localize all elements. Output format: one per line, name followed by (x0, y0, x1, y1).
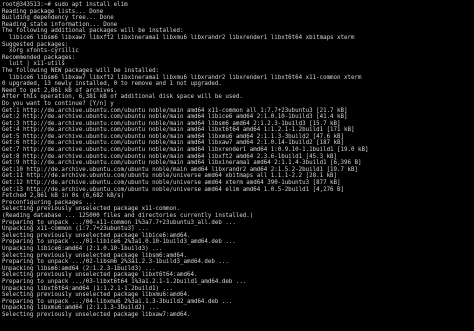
terminal-line: Get:6 http://de.archive.ubuntu.com/ubunt… (2, 140, 345, 147)
terminal-line: Preparing to unpack .../01-libice6_2%3a1… (2, 239, 236, 246)
terminal-line: Selecting previously unselected package … (2, 232, 191, 239)
terminal-line: (Reading database ... 125000 files and d… (2, 213, 254, 219)
terminal-line: Building dependency tree... Done (2, 15, 114, 22)
terminal-line: libice6 libsm6 libxaw7 libxft2 libxinera… (2, 34, 355, 41)
terminal-line: Get:11 http://de.archive.ubuntu.com/ubun… (2, 173, 338, 180)
terminal-line: Get:7 http://de.archive.ubuntu.com/ubunt… (2, 147, 369, 154)
terminal-line: libice6 libsm6 libxaw7 libxft2 libxinera… (2, 74, 362, 81)
terminal-line: luit | x11-utils (2, 61, 65, 68)
terminal-line: root@343513:~# sudo apt install elim (2, 2, 128, 8)
terminal-line: Unpacking x11-common (1:7.7+23ubuntu3) .… (2, 226, 149, 233)
terminal-line: Get:9 http://de.archive.ubuntu.com/ubunt… (2, 160, 362, 167)
terminal-line: 0 upgraded, 13 newly installed, 0 to rem… (2, 81, 222, 88)
terminal-line: Fetched 2,861 kB in 0s (6,682 kB/s) (2, 193, 125, 200)
terminal-line: Reading package lists... Done (2, 8, 104, 15)
terminal-line: The following additional packages will b… (2, 28, 184, 35)
terminal-line: Unpacking libsm6:amd64 (2:1.2.3-1build3)… (2, 265, 156, 272)
terminal-window[interactable]: root@343513:~# sudo apt install elim Rea… (0, 0, 474, 331)
terminal-line: Get:12 http://de.archive.ubuntu.com/ubun… (2, 180, 341, 187)
terminal-line: xorg xfonts-cyrillic (2, 48, 79, 55)
terminal-line: The following NEW packages will be insta… (2, 67, 160, 74)
terminal-line: Unpacking libxt6t64:amd64 (1:1.2.1-1.2bu… (2, 285, 174, 292)
terminal-line: Selecting previously unselected package … (2, 272, 198, 279)
terminal-line: Get:10 http://de.archive.ubuntu.com/ubun… (2, 166, 358, 173)
terminal-line: Unpacking libice6:amd64 (2:1.0.10-1build… (2, 245, 163, 252)
terminal-line: Get:2 http://de.archive.ubuntu.com/ubunt… (2, 114, 348, 121)
terminal-line: Selecting previously unselected package … (2, 311, 191, 318)
terminal-line: Preparing to unpack .../04-libxmu6_2%3a1… (2, 298, 233, 305)
terminal-line: Do you want to continue? [Y/n] y (2, 100, 114, 107)
terminal-line: Selecting previously unselected package … (2, 206, 180, 213)
terminal-line: Need to get 2,861 kB of archives. (2, 87, 118, 94)
terminal-line: Selecting previously unselected package … (2, 292, 191, 299)
terminal-line: Recommended packages: (2, 54, 76, 61)
terminal-line: Get:5 http://de.archive.ubuntu.com/ubunt… (2, 133, 345, 140)
terminal-line: Preconfiguring packages ... (2, 199, 97, 206)
terminal-line: Reading state information... Done (2, 21, 118, 28)
terminal-line: Get:3 http://de.archive.ubuntu.com/ubunt… (2, 120, 341, 127)
terminal-line: After this operation, 6,381 kB of additi… (2, 94, 243, 101)
terminal-line: Preparing to unpack .../02-libsm6_2%3a1.… (2, 259, 229, 266)
terminal-output: root@343513:~# sudo apt install elim Rea… (2, 2, 368, 319)
terminal-line: Get:13 http://de.archive.ubuntu.com/ubun… (2, 186, 345, 193)
terminal-line: Selecting previously unselected package … (2, 252, 187, 259)
terminal-line: Preparing to unpack .../03-libxt6t64_1%3… (2, 278, 247, 285)
terminal-line: Unpacking libxmu6:amd64 (2:1.1.3-3build2… (2, 305, 160, 312)
terminal-line: Get:4 http://de.archive.ubuntu.com/ubunt… (2, 127, 355, 134)
terminal-line: Suggested packages: (2, 41, 69, 48)
terminal-line: Get:8 http://de.archive.ubuntu.com/ubunt… (2, 153, 338, 160)
terminal-line: Preparing to unpack .../00-x11-common_1%… (2, 219, 236, 226)
terminal-line: Get:1 http://de.archive.ubuntu.com/ubunt… (2, 107, 348, 114)
